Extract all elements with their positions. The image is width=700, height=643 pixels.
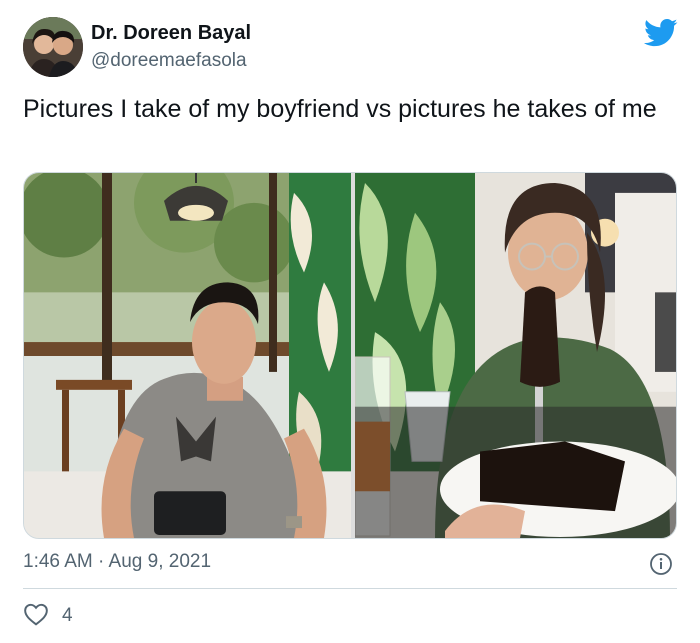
author-display-name[interactable]: Dr. Doreen Bayal	[91, 22, 251, 45]
photo-girlfriend-with-cake[interactable]	[355, 173, 676, 538]
divider	[23, 588, 677, 589]
tweet-text: Pictures I take of my boyfriend vs pictu…	[23, 95, 657, 123]
info-icon[interactable]	[649, 552, 673, 576]
twitter-bird-icon[interactable]	[644, 18, 678, 48]
author-handle[interactable]: @doreemaefasola	[91, 50, 247, 72]
avatar[interactable]	[23, 17, 83, 77]
photo-boyfriend-on-phone[interactable]	[24, 173, 351, 538]
tweet-media[interactable]	[23, 172, 677, 539]
tweet-timestamp[interactable]: 1:46 AM · Aug 9, 2021	[23, 551, 211, 573]
tweet-card: Dr. Doreen Bayal @doreemaefasola Picture…	[0, 0, 700, 643]
like-button[interactable]: 4	[23, 602, 73, 630]
like-count: 4	[62, 605, 73, 626]
heart-icon	[23, 602, 49, 631]
